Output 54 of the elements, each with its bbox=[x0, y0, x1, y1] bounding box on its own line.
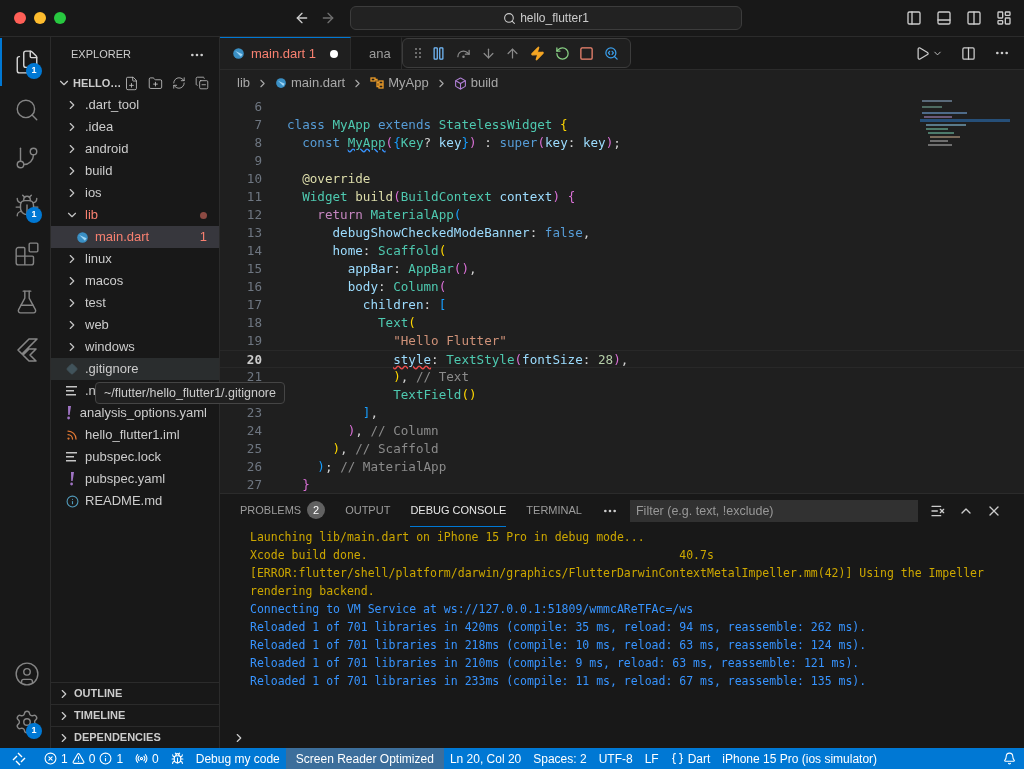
code-line: debugShowCheckedModeBanner: false, bbox=[331, 224, 591, 242]
console-line: Reloaded 1 of 701 libraries in 420ms (compile: 35 ms, reload: 94 ms, reassemble: 262 ms). bbox=[250, 619, 868, 636]
line-number: 10 bbox=[246, 171, 262, 186]
console-line: Xcode build done. 40.7s bbox=[250, 547, 715, 564]
tooltip: ~/flutter/hello_flutter1/.gitignore bbox=[95, 382, 285, 404]
line-number: 24 bbox=[246, 423, 262, 438]
console-line: Reloaded 1 of 701 libraries in 210ms (compile: 9 ms, reload: 63 ms, reassemble: 121 ms). bbox=[250, 655, 861, 672]
code-line: ), // Scaffold bbox=[331, 440, 439, 458]
line-number: 18 bbox=[246, 315, 262, 330]
line-number: 12 bbox=[246, 207, 262, 222]
sidebar-title: EXPLORER bbox=[71, 47, 132, 63]
line-number: 17 bbox=[246, 297, 262, 312]
code-line: children: [ bbox=[361, 296, 447, 314]
console-line: Launching lib/main.dart on iPhone 15 Pro in debug mode... bbox=[250, 529, 646, 546]
code-line: ], bbox=[361, 404, 378, 422]
line-number: 6 bbox=[254, 99, 262, 114]
line-number: 9 bbox=[254, 153, 262, 168]
line-number: 11 bbox=[246, 189, 262, 204]
code-line: home: Scaffold( bbox=[331, 242, 447, 260]
code-line: ); // MaterialApp bbox=[316, 458, 447, 476]
code-line: const MyApp({Key? key}) : super(key: key); bbox=[301, 134, 621, 152]
console-line: Reloaded 1 of 701 libraries in 233ms (compile: 11 ms, reload: 67 ms, reassemble: 135 ms). bbox=[250, 673, 868, 690]
code-line: Widget build(BuildContext context) { bbox=[301, 188, 576, 206]
notification-badge: 1 bbox=[26, 207, 42, 223]
line-number: 16 bbox=[246, 279, 262, 294]
code-line: style: TextStyle(fontSize: 28), bbox=[392, 351, 629, 367]
line-number: 8 bbox=[254, 135, 262, 150]
code-line: } bbox=[301, 476, 310, 494]
line-number: 13 bbox=[246, 225, 262, 240]
code-line: appBar: AppBar(), bbox=[346, 260, 477, 278]
line-number: 15 bbox=[246, 261, 262, 276]
code-line: body: Column( bbox=[346, 278, 447, 296]
code-line: ), // Column bbox=[346, 422, 439, 440]
console-line: Connecting to VM Service at ws://127.0.0.1:51809/wmmcAReTFAc=/ws bbox=[250, 601, 695, 618]
code-line: return MaterialApp( bbox=[316, 206, 462, 224]
line-number: 14 bbox=[246, 243, 262, 258]
line-number: 7 bbox=[254, 117, 262, 132]
code-line: TextField() bbox=[392, 386, 477, 404]
console-line: [ERROR:flutter/shell/platform/darwin/graphics/FlutterDarwinContextMetalImpeller.mm(42)] Using the Impeller rendering backend. bbox=[250, 565, 985, 600]
line-number: 20 bbox=[246, 352, 262, 367]
notification-badge: 1 bbox=[26, 63, 42, 79]
line-number: 23 bbox=[246, 405, 262, 420]
code-line: class MyApp extends StatelessWidget { bbox=[287, 116, 568, 134]
console-line: Reloaded 1 of 701 libraries in 218ms (compile: 10 ms, reload: 63 ms, reassemble: 124 ms). bbox=[250, 637, 868, 654]
line-number: 25 bbox=[246, 441, 262, 456]
code-line: "Hello Flutter" bbox=[392, 332, 507, 350]
line-number: 27 bbox=[246, 477, 262, 492]
code-line: @override bbox=[301, 170, 371, 188]
code-line: Text( bbox=[377, 314, 416, 332]
code-line: ), // Text bbox=[392, 368, 469, 386]
line-number: 21 bbox=[246, 369, 262, 384]
line-number: 19 bbox=[246, 333, 262, 348]
line-number: 26 bbox=[246, 459, 262, 474]
notification-badge: 1 bbox=[26, 723, 42, 739]
